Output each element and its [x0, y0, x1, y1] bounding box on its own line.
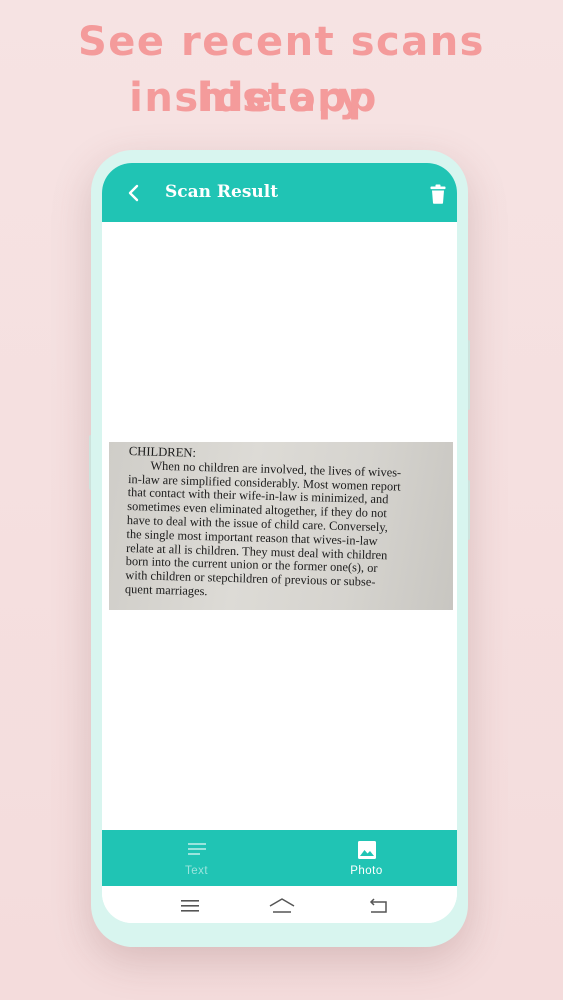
chevron-left-icon [128, 184, 139, 202]
system-menu-button[interactable] [175, 896, 205, 916]
trash-icon [430, 184, 446, 204]
app-bar: Scan Result [102, 163, 457, 222]
tab-photo-label: Photo [350, 865, 383, 877]
image-icon [358, 841, 376, 859]
tab-text-label: Text [184, 865, 209, 877]
menu-icon [181, 900, 199, 912]
phone-screen: Scan Result CHILDREN: When no children a… [102, 163, 457, 923]
text-lines-icon [188, 843, 206, 855]
promo-headline-line2: inside app [129, 75, 378, 121]
page-title: Scan Result [165, 182, 279, 202]
home-icon [269, 898, 295, 913]
tab-photo[interactable]: Photo [278, 830, 455, 886]
back-arrow-icon [369, 898, 387, 913]
tab-text[interactable]: Text [108, 830, 285, 886]
back-button[interactable] [116, 177, 152, 209]
system-nav-bar [102, 886, 457, 923]
scanned-photo: CHILDREN: When no children are involved,… [109, 442, 453, 610]
system-back-button[interactable] [363, 896, 393, 916]
system-home-button[interactable] [267, 896, 297, 916]
bottom-nav: Text Photo [102, 830, 457, 886]
delete-button[interactable] [424, 180, 452, 208]
scanned-text-block: CHILDREN: When no children are involved,… [125, 444, 449, 606]
